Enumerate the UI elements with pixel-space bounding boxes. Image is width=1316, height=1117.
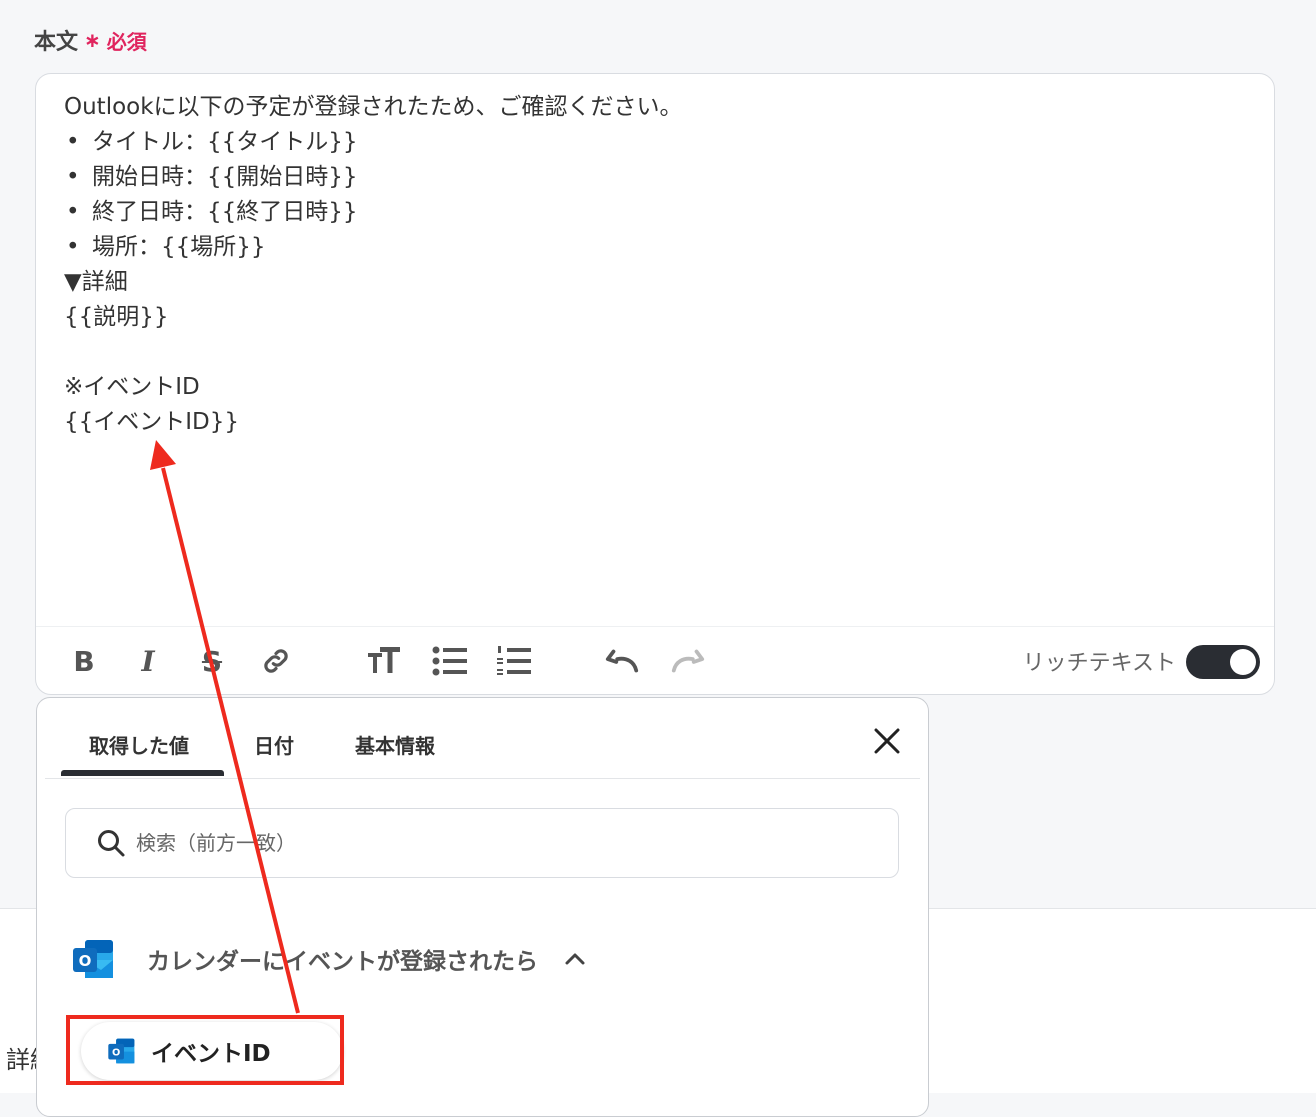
bullet-list-icon: [432, 646, 467, 676]
editor-line: ※イベントID: [64, 374, 200, 400]
outlook-icon: O: [73, 940, 113, 978]
chevron-up-icon[interactable]: [564, 952, 586, 966]
editor-line: {{説明}}: [64, 304, 169, 330]
svg-text:O: O: [79, 952, 92, 970]
editor-bullet-line: タイトル：{{タイトル}}: [64, 125, 1246, 160]
undo-button[interactable]: [604, 643, 640, 679]
strikethrough-icon: S: [201, 644, 223, 678]
active-tab-indicator: [61, 770, 224, 776]
background-label: 詳細: [6, 1046, 36, 1074]
body-editor[interactable]: Outlookに以下の予定が登録されたため、ご確認ください。タイトル：{{タイト…: [35, 73, 1275, 695]
field-label-text: 本文: [34, 30, 79, 55]
strikethrough-button[interactable]: S: [194, 643, 230, 679]
text-size-button[interactable]: [366, 643, 402, 679]
text-size-icon: [368, 647, 400, 673]
section-header[interactable]: O カレンダーにイベントが登録されたら: [71, 934, 586, 984]
editor-toolbar: B I S リッチテキスト: [36, 626, 1274, 695]
close-button[interactable]: [872, 726, 902, 756]
rich-text-toggle[interactable]: [1186, 645, 1260, 679]
italic-button[interactable]: I: [130, 643, 166, 679]
editor-bullet-line: 開始日時：{{開始日時}}: [64, 160, 1246, 195]
editor-line: Outlookに以下の予定が登録されたため、ご確認ください。: [64, 94, 683, 120]
undo-icon: [605, 649, 639, 673]
toggle-knob: [1230, 649, 1256, 675]
link-icon: [264, 649, 288, 673]
tab-obtained-values[interactable]: 取得した値: [89, 730, 189, 759]
numbered-list-button[interactable]: [496, 643, 532, 679]
redo-button[interactable]: [670, 643, 706, 679]
italic-icon: I: [141, 644, 155, 678]
tab-date[interactable]: 日付: [254, 730, 294, 759]
required-text: 必須: [106, 29, 147, 54]
annotation-highlight-box: [66, 1015, 344, 1085]
editor-bullet-line: 場所：{{場所}}: [64, 230, 1246, 265]
editor-content[interactable]: Outlookに以下の予定が登録されたため、ご確認ください。タイトル：{{タイト…: [64, 90, 1246, 440]
picker-tabs: 取得した値 日付 基本情報: [45, 698, 920, 779]
field-label: 本文 ∗ 必須: [34, 24, 147, 56]
redo-icon: [671, 649, 705, 673]
bullet-list-button[interactable]: [432, 643, 468, 679]
bold-icon: B: [73, 644, 95, 678]
search-icon: [98, 830, 125, 857]
bold-button[interactable]: B: [66, 643, 102, 679]
required-mark: ∗: [84, 28, 101, 52]
rich-text-label: リッチテキスト: [1022, 651, 1176, 676]
close-icon: [874, 728, 900, 754]
search-input[interactable]: [134, 830, 838, 856]
editor-line: {{イベントID}}: [64, 409, 240, 435]
section-title: カレンダーにイベントが登録されたら: [147, 949, 538, 975]
search-box: [65, 808, 899, 878]
editor-line: ▼詳細: [64, 269, 128, 295]
tab-basic-info[interactable]: 基本情報: [355, 730, 435, 759]
editor-bullet-line: 終了日時：{{終了日時}}: [64, 195, 1246, 230]
link-button[interactable]: [258, 643, 294, 679]
numbered-list-icon: [497, 646, 531, 675]
